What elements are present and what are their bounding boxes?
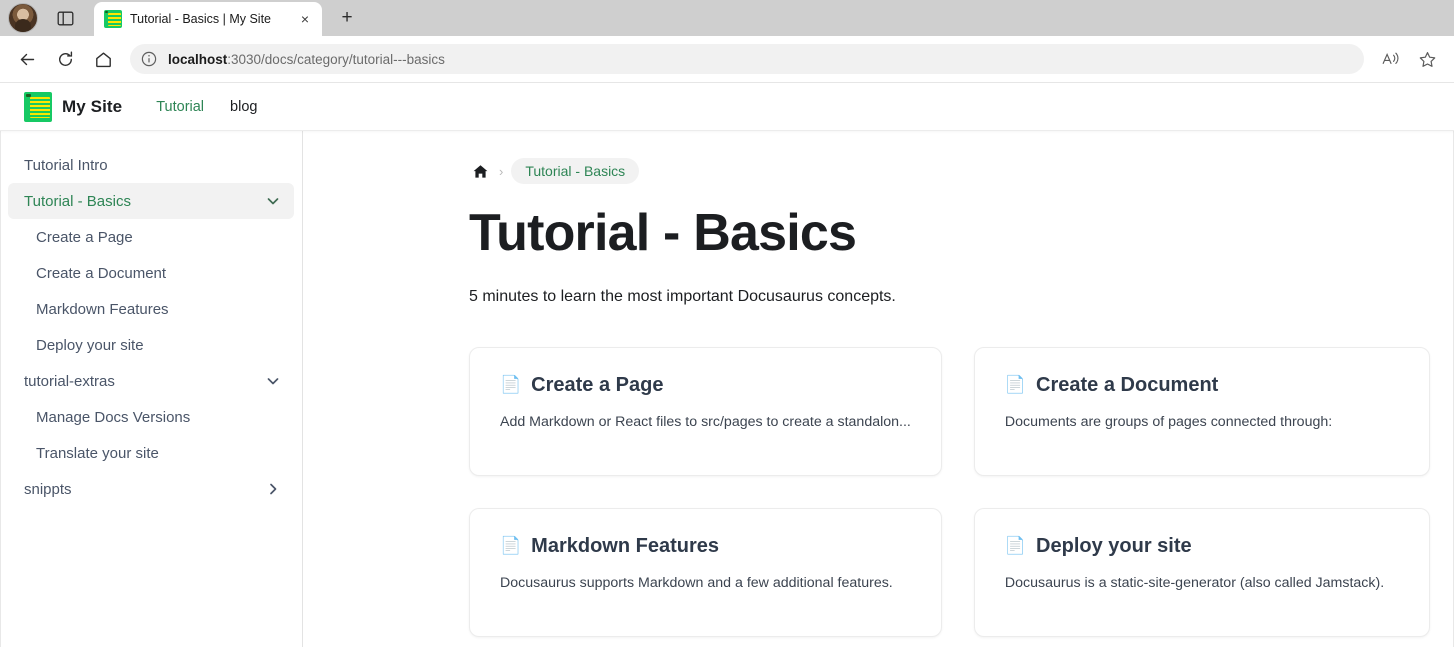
- page-document-icon: 📄: [500, 536, 522, 557]
- card-title-row: 📄 Create a Document: [1005, 374, 1399, 397]
- site-brand-name: My Site: [62, 96, 123, 116]
- sidebar-item-label: tutorial-extras: [24, 372, 115, 390]
- doc-card-create-a-document[interactable]: 📄 Create a Document Documents are groups…: [973, 347, 1430, 477]
- card-title: Markdown Features: [531, 535, 719, 558]
- tab-search-icon[interactable]: [50, 3, 80, 33]
- docs-sidebar: Tutorial Intro Tutorial - Basics Create …: [0, 131, 303, 647]
- sidebar-item-manage-docs-versions[interactable]: Manage Docs Versions: [8, 399, 294, 435]
- card-title-row: 📄 Deploy your site: [1005, 535, 1399, 558]
- breadcrumb: › Tutorial - Basics: [469, 158, 1430, 184]
- address-bar-text: localhost:3030/docs/category/tutorial---…: [168, 52, 445, 67]
- viewport-left-edge: [0, 83, 1, 647]
- breadcrumb-current[interactable]: Tutorial - Basics: [511, 158, 640, 184]
- sidebar-item-translate-your-site[interactable]: Translate your site: [8, 435, 294, 471]
- site-info-icon[interactable]: [140, 51, 158, 67]
- docs-main-content: › Tutorial - Basics Tutorial - Basics 5 …: [303, 131, 1454, 647]
- browser-window: Tutorial - Basics | My Site × + localhos…: [0, 0, 1454, 647]
- home-icon[interactable]: [86, 42, 120, 76]
- card-description: Docusaurus is a static-site-generator (a…: [1004, 575, 1385, 592]
- sidebar-item-create-a-document[interactable]: Create a Document: [8, 255, 294, 291]
- doc-card-grid: 📄 Create a Page Add Markdown or React fi…: [469, 347, 1430, 638]
- chevron-right-icon[interactable]: [264, 481, 282, 497]
- read-aloud-icon[interactable]: [1374, 42, 1408, 76]
- card-description: Documents are groups of pages connected …: [1004, 414, 1333, 431]
- url-path: :3030/docs/category/tutorial---basics: [227, 51, 445, 67]
- page-document-icon: 📄: [500, 375, 522, 396]
- breadcrumb-separator: ›: [499, 163, 504, 179]
- nav-link-tutorial[interactable]: Tutorial: [156, 99, 204, 115]
- docusaurus-notepad-icon: [104, 10, 122, 28]
- card-description: Add Markdown or React files to src/pages…: [500, 414, 911, 431]
- card-title-row: 📄 Markdown Features: [500, 535, 911, 558]
- browser-tab-active[interactable]: Tutorial - Basics | My Site ×: [94, 2, 322, 36]
- sidebar-item-snippts[interactable]: snippts: [8, 471, 294, 507]
- sidebar-item-deploy-your-site[interactable]: Deploy your site: [8, 327, 294, 363]
- doc-card-markdown-features[interactable]: 📄 Markdown Features Docusaurus supports …: [469, 508, 942, 638]
- page-title: Tutorial - Basics: [469, 204, 857, 262]
- chevron-down-icon[interactable]: [264, 373, 282, 389]
- site-logo-icon: [24, 91, 52, 122]
- favorite-star-icon[interactable]: [1410, 42, 1444, 76]
- url-host: localhost: [168, 51, 228, 67]
- site-brand-link[interactable]: My Site: [24, 91, 123, 122]
- page-document-icon: 📄: [1004, 375, 1027, 396]
- card-title: Create a Page: [531, 374, 664, 397]
- close-icon[interactable]: ×: [294, 8, 316, 30]
- content-columns: Tutorial Intro Tutorial - Basics Create …: [0, 131, 1454, 647]
- sidebar-item-label: Tutorial Intro: [24, 156, 108, 174]
- card-title-row: 📄 Create a Page: [500, 374, 911, 397]
- sidebar-item-label: Tutorial - Basics: [24, 192, 131, 210]
- sidebar-item-label: snippts: [24, 480, 72, 498]
- back-icon[interactable]: [10, 42, 44, 76]
- browser-tab-strip: Tutorial - Basics | My Site × +: [0, 0, 1454, 36]
- sidebar-item-tutorial-basics[interactable]: Tutorial - Basics: [8, 183, 294, 219]
- doc-card-create-a-page[interactable]: 📄 Create a Page Add Markdown or React fi…: [469, 347, 942, 477]
- chevron-down-icon[interactable]: [264, 193, 282, 209]
- site-nav-links: Tutorial blog: [156, 99, 257, 115]
- sidebar-item-label: Markdown Features: [36, 300, 169, 318]
- home-icon[interactable]: [469, 160, 491, 182]
- page-document-icon: 📄: [1004, 536, 1027, 557]
- sidebar-item-tutorial-extras[interactable]: tutorial-extras: [8, 363, 294, 399]
- sidebar-item-markdown-features[interactable]: Markdown Features: [8, 291, 294, 327]
- card-title: Create a Document: [1036, 374, 1219, 397]
- address-bar[interactable]: localhost:3030/docs/category/tutorial---…: [130, 44, 1364, 74]
- browser-toolbar: localhost:3030/docs/category/tutorial---…: [0, 36, 1454, 82]
- card-description: Docusaurus supports Markdown and a few a…: [500, 575, 893, 592]
- doc-card-deploy-your-site[interactable]: 📄 Deploy your site Docusaurus is a stati…: [973, 508, 1430, 638]
- card-title: Deploy your site: [1036, 535, 1192, 558]
- nav-link-blog[interactable]: blog: [230, 99, 257, 115]
- new-tab-icon[interactable]: +: [332, 3, 362, 33]
- sidebar-item-create-a-page[interactable]: Create a Page: [8, 219, 294, 255]
- tab-title: Tutorial - Basics | My Site: [130, 12, 272, 26]
- sidebar-item-label: Translate your site: [36, 444, 159, 462]
- sidebar-item-label: Create a Page: [36, 228, 133, 246]
- sidebar-item-label: Manage Docs Versions: [36, 408, 191, 426]
- page-lede: 5 minutes to learn the most important Do…: [469, 288, 896, 306]
- profile-avatar[interactable]: [8, 3, 38, 33]
- toolbar-right-actions: [1374, 42, 1444, 76]
- site-navbar: My Site Tutorial blog: [0, 83, 1454, 131]
- page-viewport: My Site Tutorial blog Tutorial Intro Tut…: [0, 82, 1454, 647]
- sidebar-item-tutorial-intro[interactable]: Tutorial Intro: [8, 147, 294, 183]
- sidebar-item-label: Deploy your site: [36, 336, 144, 354]
- reload-icon[interactable]: [48, 42, 82, 76]
- sidebar-item-label: Create a Document: [36, 264, 167, 282]
